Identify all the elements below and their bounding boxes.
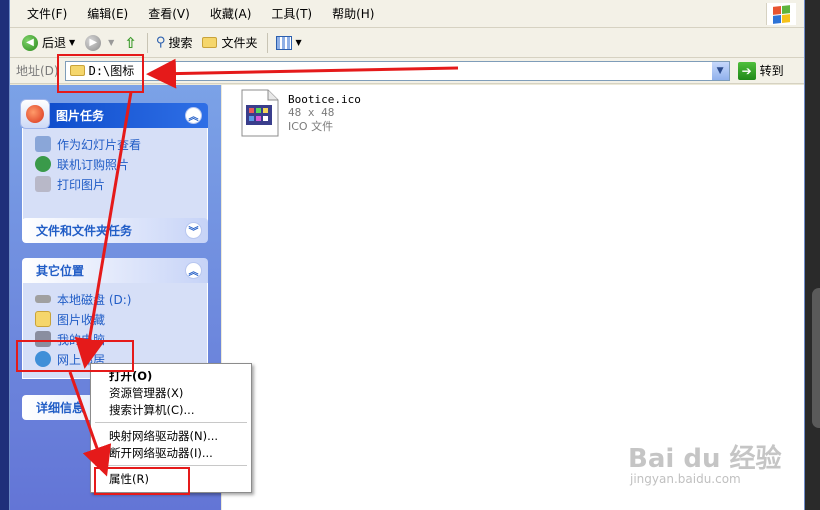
my-pictures-icon [35, 311, 51, 327]
collapse-chevron-icon[interactable]: ︽ [185, 262, 202, 279]
file-tasks-header[interactable]: 文件和文件夹任务 ︾ [22, 218, 208, 243]
collapse-chevron-icon[interactable]: ︽ [185, 107, 202, 124]
task-slideshow[interactable]: 作为幻灯片查看 [35, 134, 197, 154]
desktop-knob [812, 288, 820, 428]
desktop-edge-left [0, 0, 9, 510]
place-my-pictures[interactable]: 图片收藏 [35, 309, 197, 329]
ctx-separator [95, 422, 247, 423]
task-slideshow-label: 作为幻灯片查看 [57, 137, 142, 152]
menu-help[interactable]: 帮助(H) [325, 5, 381, 22]
task-order-prints-label: 联机订购照片 [57, 157, 130, 172]
back-dropdown-icon[interactable]: ▼ [69, 38, 75, 47]
search-icon: ⚲ [155, 35, 166, 50]
forward-button[interactable]: ▶ ▼ [81, 31, 118, 55]
file-tasks-panel: 文件和文件夹任务 ︾ [22, 218, 208, 243]
drive-icon [35, 295, 51, 303]
folders-button[interactable]: 文件夹 [198, 31, 261, 55]
menu-tools[interactable]: 工具(T) [264, 5, 319, 22]
address-label: 地址(D) [16, 64, 59, 78]
picture-tasks-title: 图片任务 [56, 109, 105, 123]
slideshow-icon [35, 136, 51, 152]
watermark-url: jingyan.baidu.com [630, 472, 741, 486]
ctx-explore[interactable]: 资源管理器(X) [93, 384, 249, 401]
menu-bar: 文件(F) 编辑(E) 查看(V) 收藏(A) 工具(T) 帮助(H) [10, 0, 804, 28]
views-icon [276, 35, 293, 50]
address-input[interactable]: D:\图标 ▼ [64, 60, 730, 81]
place-local-disk-label: 本地磁盘 (D:) [57, 292, 132, 307]
other-places-title: 其它位置 [36, 264, 85, 278]
place-local-disk[interactable]: 本地磁盘 (D:) [35, 289, 197, 309]
task-order-prints[interactable]: 联机订购照片 [35, 154, 197, 174]
picture-tasks-body: 作为幻灯片查看 联机订购照片 打印图片 [22, 128, 208, 222]
go-arrow-icon: ➔ [737, 61, 756, 80]
expand-chevron-icon[interactable]: ︾ [185, 222, 202, 239]
up-folder-button[interactable]: ⇧ [120, 31, 141, 55]
picture-tasks-panel: 图片任务 ︽ 作为幻灯片查看 联机订购照片 打印图片 [20, 99, 208, 222]
toolbar-separator [146, 32, 148, 53]
file-tasks-title: 文件和文件夹任务 [36, 224, 133, 238]
folders-label: 文件夹 [221, 36, 258, 50]
printer-icon [35, 176, 51, 192]
desktop-edge-right [805, 0, 820, 510]
watermark-logo: Bai du 经验 [628, 444, 782, 474]
place-my-pictures-label: 图片收藏 [57, 312, 106, 327]
forward-arrow-icon: ▶ [85, 34, 102, 51]
task-print-label: 打印图片 [57, 177, 106, 192]
other-places-header[interactable]: 其它位置 ︽ [22, 258, 208, 283]
file-name: Bootice.ico [288, 93, 361, 106]
menu-view[interactable]: 查看(V) [141, 5, 197, 22]
back-button[interactable]: ◀ 后退 ▼ [18, 31, 79, 55]
task-print[interactable]: 打印图片 [35, 174, 197, 194]
picture-tasks-badge-icon [20, 99, 50, 129]
windows-logo-icon [766, 3, 796, 25]
annotation-box-address [57, 54, 144, 93]
annotation-box-network [16, 340, 134, 372]
ctx-search-computers[interactable]: 搜索计算机(C)... [93, 401, 249, 418]
go-label: 转到 [759, 64, 784, 78]
order-prints-icon [35, 156, 51, 172]
forward-dropdown-icon[interactable]: ▼ [108, 38, 114, 47]
annotation-box-properties [94, 467, 190, 495]
address-dropdown-icon[interactable]: ▼ [711, 61, 729, 80]
views-button[interactable]: ▼ [272, 31, 305, 55]
file-type: ICO 文件 [288, 120, 334, 133]
toolbar-separator [267, 32, 269, 53]
ctx-separator [95, 465, 247, 466]
menu-edit[interactable]: 编辑(E) [80, 5, 135, 22]
search-button[interactable]: ⚲ 搜索 [152, 31, 197, 55]
search-label: 搜索 [168, 36, 193, 50]
menu-favorites[interactable]: 收藏(A) [203, 5, 259, 22]
ctx-map-drive[interactable]: 映射网络驱动器(N)... [93, 427, 249, 444]
back-arrow-icon: ◀ [22, 34, 38, 51]
go-button[interactable]: ➔ 转到 [737, 61, 784, 80]
details-title: 详细信息 [36, 401, 85, 415]
up-folder-icon: ⇧ [124, 33, 137, 52]
ctx-disconnect-drive[interactable]: 断开网络驱动器(I)... [93, 444, 249, 461]
menu-file[interactable]: 文件(F) [20, 5, 74, 22]
views-dropdown-icon[interactable]: ▼ [295, 38, 301, 47]
ico-file-icon [241, 89, 279, 137]
back-label: 后退 [42, 36, 67, 50]
folder-icon [202, 37, 218, 48]
